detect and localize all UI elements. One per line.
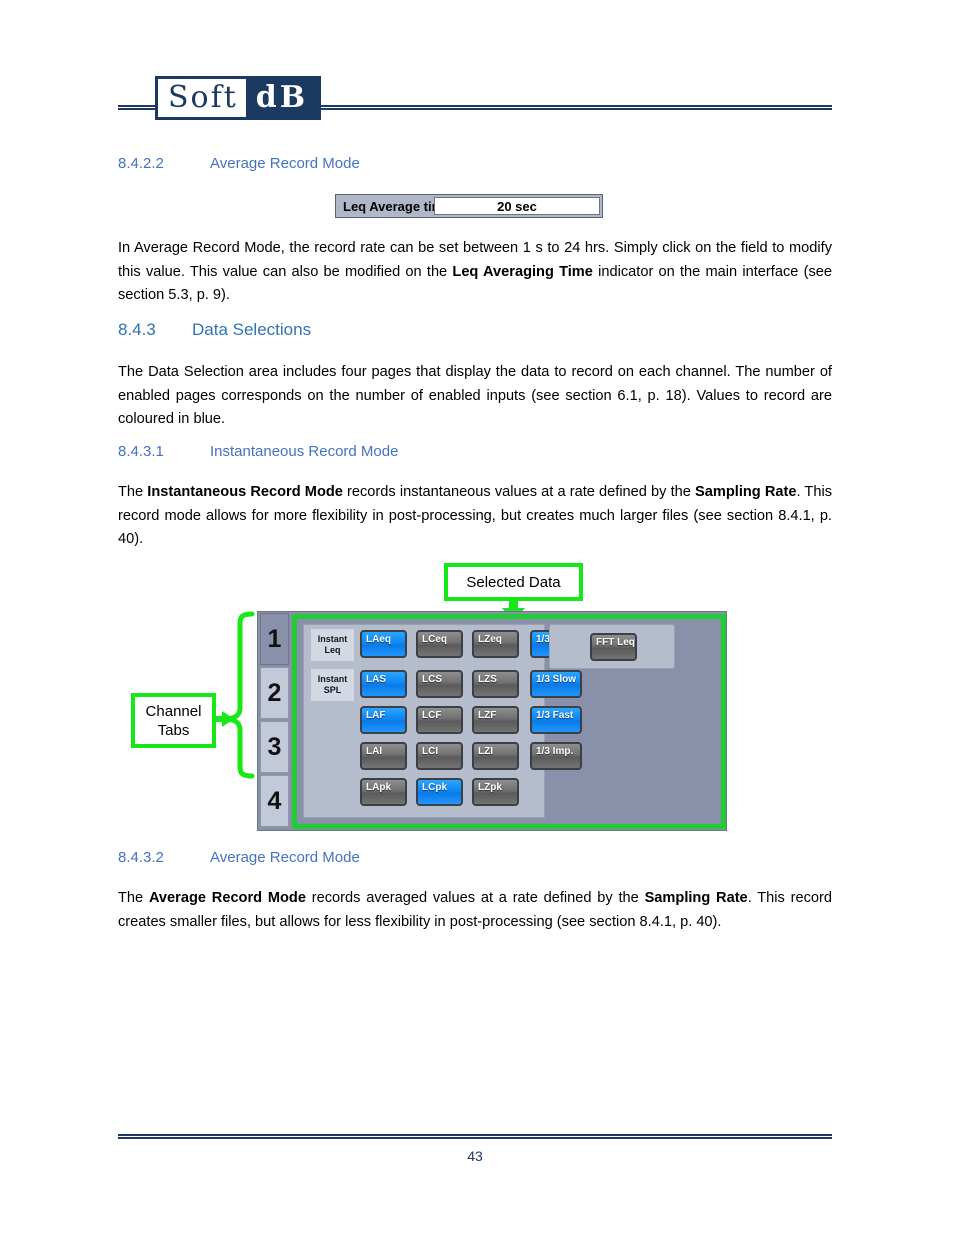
button-third-octave-slow[interactable]: 1/3 Slow xyxy=(530,670,582,698)
heading-number: 8.4.2.2 xyxy=(118,155,164,172)
button-las[interactable]: LAS xyxy=(360,670,407,698)
button-laeq[interactable]: LAeq xyxy=(360,630,407,658)
button-laf[interactable]: LAF xyxy=(360,706,407,734)
button-lai[interactable]: LAI xyxy=(360,742,407,770)
logo-text-db: dB xyxy=(245,79,319,117)
button-third-octave-fast[interactable]: 1/3 Fast xyxy=(530,706,582,734)
leq-average-time-field[interactable]: 20 sec xyxy=(434,197,600,215)
para-text-2: records instantaneous values at a rate d… xyxy=(342,484,696,500)
para-text-2: records averaged values at a rate define… xyxy=(305,890,645,906)
fft-data-panel: FFT Leq xyxy=(549,624,675,669)
button-third-octave-impulse[interactable]: 1/3 Imp. xyxy=(530,742,582,770)
page-header: Soft dB xyxy=(118,75,832,130)
callout-channel-tabs-line1: Channel xyxy=(145,702,202,720)
channel-tab-4[interactable]: 4 xyxy=(260,775,289,827)
para-text-1: The xyxy=(118,484,148,500)
button-lcs[interactable]: LCS xyxy=(416,670,463,698)
channel-tab-1[interactable]: 1 xyxy=(260,613,289,665)
heading-8-4-3-1: 8.4.3.1 Instantaneous Record Mode xyxy=(118,443,398,460)
callout-selected-data: Selected Data xyxy=(444,563,583,601)
button-lzi[interactable]: LZI xyxy=(472,742,519,770)
channel-tab-2[interactable]: 2 xyxy=(260,667,289,719)
para-bold-sampling-rate: Sampling Rate xyxy=(695,484,797,500)
heading-8-4-2-2: 8.4.2.2 Average Record Mode xyxy=(118,155,360,172)
data-selection-figure: Selected Data Channel Tabs 1 2 3 4 Insta… xyxy=(128,558,738,838)
paragraph-instantaneous-record-mode: The Instantaneous Record Mode records in… xyxy=(118,481,832,552)
subtab-instant-leq-line2: Leq xyxy=(324,645,341,655)
paragraph-average-record-mode: In Average Record Mode, the record rate … xyxy=(118,237,832,308)
heading-title: Instantaneous Record Mode xyxy=(210,443,399,460)
data-selection-area: Instant Leq Instant SPL LAeq LCeq LZeq 1… xyxy=(297,619,721,824)
footer-divider xyxy=(118,1134,832,1139)
heading-number: 8.4.3 xyxy=(118,320,156,339)
softdb-logo: Soft dB xyxy=(155,76,322,120)
callout-channel-tabs: Channel Tabs xyxy=(131,693,216,748)
document-page: Soft dB 8.4.2.2 Average Record Mode Leq A… xyxy=(0,0,954,1235)
heading-8-4-3: 8.4.3 Data Selections xyxy=(118,320,311,340)
heading-8-4-3-2: 8.4.3.2 Average Record Mode xyxy=(118,849,360,866)
para-text-1: The xyxy=(118,890,149,906)
button-lzs[interactable]: LZS xyxy=(472,670,519,698)
heading-title: Average Record Mode xyxy=(210,849,360,866)
channel-tabs-arrow xyxy=(216,711,234,727)
button-lapk[interactable]: LApk xyxy=(360,778,407,806)
subtab-instant-spl-line2: SPL xyxy=(323,685,342,695)
heading-number: 8.4.3.2 xyxy=(118,849,164,866)
paragraph-average-record-mode-2: The Average Record Mode records averaged… xyxy=(118,887,832,934)
paragraph-data-selections: The Data Selection area includes four pa… xyxy=(118,364,832,427)
heading-number: 8.4.3.1 xyxy=(118,443,164,460)
callout-channel-tabs-label: Channel Tabs xyxy=(146,702,202,740)
button-lzpk[interactable]: LZpk xyxy=(472,778,519,806)
callout-channel-tabs-line2: Tabs xyxy=(157,721,190,739)
subtab-instant-leq[interactable]: Instant Leq xyxy=(311,629,354,661)
button-lceq[interactable]: LCeq xyxy=(416,630,463,658)
subtab-instant-spl-line1: Instant xyxy=(317,674,348,684)
heading-title: Average Record Mode xyxy=(210,155,360,172)
subtab-instant-leq-line1: Instant xyxy=(317,634,348,644)
channel-tab-3[interactable]: 3 xyxy=(260,721,289,773)
logo-text-soft: Soft xyxy=(158,79,246,117)
button-lcf[interactable]: LCF xyxy=(416,706,463,734)
para-bold-leq-averaging-time: Leq Averaging Time xyxy=(452,263,593,280)
para-bold-instantaneous-record-mode: Instantaneous Record Mode xyxy=(147,484,343,500)
callout-selected-data-label: Selected Data xyxy=(466,573,561,591)
data-selection-panel: 1 2 3 4 Instant Leq Instant SPL LAeq LCe… xyxy=(257,611,727,831)
channel-tabs-strip: 1 2 3 4 xyxy=(258,612,289,830)
leq-average-time-value: 20 sec xyxy=(497,198,537,214)
button-lzf[interactable]: LZF xyxy=(472,706,519,734)
leq-average-time-widget[interactable]: Leq Average time: 20 sec xyxy=(335,194,603,218)
page-number: 43 xyxy=(467,1148,483,1164)
heading-title: Data Selections xyxy=(192,320,312,339)
button-fft-leq[interactable]: FFT Leq xyxy=(590,633,637,661)
instant-data-panel: Instant Leq Instant SPL LAeq LCeq LZeq 1… xyxy=(303,624,582,818)
button-lci[interactable]: LCI xyxy=(416,742,463,770)
para-bold-sampling-rate: Sampling Rate xyxy=(644,890,748,906)
button-lcpk[interactable]: LCpk xyxy=(416,778,463,806)
subtab-instant-spl[interactable]: Instant SPL xyxy=(311,669,354,701)
para-bold-average-record-mode: Average Record Mode xyxy=(148,890,306,906)
channel-tabs-brace xyxy=(225,611,255,779)
button-lzeq[interactable]: LZeq xyxy=(472,630,519,658)
